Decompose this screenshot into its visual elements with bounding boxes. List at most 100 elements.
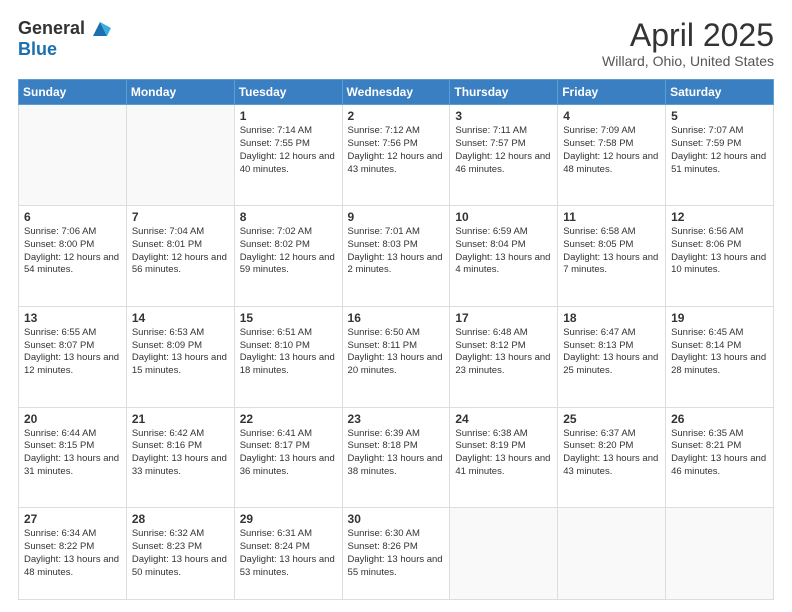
calendar-cell <box>558 508 666 600</box>
calendar-cell: 12 Sunrise: 6:56 AM Sunset: 8:06 PM Dayli… <box>666 205 774 306</box>
week-row-2: 6 Sunrise: 7:06 AM Sunset: 8:00 PM Daylig… <box>19 205 774 306</box>
day-info: Sunrise: 7:14 AM Sunset: 7:55 PM Dayligh… <box>240 125 337 176</box>
calendar-cell: 18 Sunrise: 6:47 AM Sunset: 8:13 PM Dayli… <box>558 306 666 407</box>
calendar-cell <box>19 105 127 206</box>
calendar-cell: 19 Sunrise: 6:45 AM Sunset: 8:14 PM Dayli… <box>666 306 774 407</box>
calendar-title: April 2025 <box>602 18 774 53</box>
calendar-cell: 11Sunrise: 6:58 AM Sunset: 8:05 PM Dayli… <box>558 205 666 306</box>
day-info: Sunrise: 6:47 AM Sunset: 8:13 PM Dayligh… <box>563 327 660 378</box>
day-number: 15 <box>240 311 337 325</box>
week-row-5: 27Sunrise: 6:34 AM Sunset: 8:22 PM Dayli… <box>19 508 774 600</box>
page: General Blue April 2025 Willard, Ohio, U… <box>0 0 792 612</box>
col-header-saturday: Saturday <box>666 80 774 105</box>
day-info: Sunrise: 6:30 AM Sunset: 8:26 PM Dayligh… <box>348 528 445 579</box>
calendar-cell: 6 Sunrise: 7:06 AM Sunset: 8:00 PM Daylig… <box>19 205 127 306</box>
day-info: Sunrise: 7:06 AM Sunset: 8:00 PM Dayligh… <box>24 226 121 277</box>
day-number: 19 <box>671 311 768 325</box>
calendar-cell <box>666 508 774 600</box>
day-number: 30 <box>348 512 445 526</box>
calendar-cell: 28Sunrise: 6:32 AM Sunset: 8:23 PM Dayli… <box>126 508 234 600</box>
calendar-cell: 30 Sunrise: 6:30 AM Sunset: 8:26 PM Dayli… <box>342 508 450 600</box>
day-number: 4 <box>563 109 660 123</box>
calendar-cell: 25 Sunrise: 6:37 AM Sunset: 8:20 PM Dayli… <box>558 407 666 508</box>
day-info: Sunrise: 6:31 AM Sunset: 8:24 PM Dayligh… <box>240 528 337 579</box>
day-number: 18 <box>563 311 660 325</box>
day-number: 21 <box>132 412 229 426</box>
day-info: Sunrise: 6:58 AM Sunset: 8:05 PM Dayligh… <box>563 226 660 277</box>
day-info: Sunrise: 6:38 AM Sunset: 8:19 PM Dayligh… <box>455 428 552 479</box>
logo: General Blue <box>18 18 111 60</box>
day-info: Sunrise: 7:12 AM Sunset: 7:56 PM Dayligh… <box>348 125 445 176</box>
calendar-table: SundayMondayTuesdayWednesdayThursdayFrid… <box>18 79 774 600</box>
day-number: 9 <box>348 210 445 224</box>
week-row-3: 13Sunrise: 6:55 AM Sunset: 8:07 PM Dayli… <box>19 306 774 407</box>
calendar-cell: 20 Sunrise: 6:44 AM Sunset: 8:15 PM Dayli… <box>19 407 127 508</box>
calendar-cell: 4 Sunrise: 7:09 AM Sunset: 7:58 PM Daylig… <box>558 105 666 206</box>
day-info: Sunrise: 6:32 AM Sunset: 8:23 PM Dayligh… <box>132 528 229 579</box>
day-number: 23 <box>348 412 445 426</box>
day-info: Sunrise: 7:02 AM Sunset: 8:02 PM Dayligh… <box>240 226 337 277</box>
header-row: SundayMondayTuesdayWednesdayThursdayFrid… <box>19 80 774 105</box>
calendar-cell: 26 Sunrise: 6:35 AM Sunset: 8:21 PM Dayli… <box>666 407 774 508</box>
calendar-subtitle: Willard, Ohio, United States <box>602 53 774 69</box>
day-info: Sunrise: 7:11 AM Sunset: 7:57 PM Dayligh… <box>455 125 552 176</box>
week-row-1: 1 Sunrise: 7:14 AM Sunset: 7:55 PM Daylig… <box>19 105 774 206</box>
col-header-thursday: Thursday <box>450 80 558 105</box>
logo-general-text: General <box>18 19 85 39</box>
day-number: 26 <box>671 412 768 426</box>
day-info: Sunrise: 6:44 AM Sunset: 8:15 PM Dayligh… <box>24 428 121 479</box>
calendar-cell: 10Sunrise: 6:59 AM Sunset: 8:04 PM Dayli… <box>450 205 558 306</box>
day-number: 6 <box>24 210 121 224</box>
day-number: 5 <box>671 109 768 123</box>
calendar-cell: 14 Sunrise: 6:53 AM Sunset: 8:09 PM Dayli… <box>126 306 234 407</box>
day-info: Sunrise: 6:42 AM Sunset: 8:16 PM Dayligh… <box>132 428 229 479</box>
calendar-cell: 1 Sunrise: 7:14 AM Sunset: 7:55 PM Daylig… <box>234 105 342 206</box>
calendar-cell: 27Sunrise: 6:34 AM Sunset: 8:22 PM Dayli… <box>19 508 127 600</box>
day-info: Sunrise: 6:45 AM Sunset: 8:14 PM Dayligh… <box>671 327 768 378</box>
week-row-4: 20 Sunrise: 6:44 AM Sunset: 8:15 PM Dayli… <box>19 407 774 508</box>
day-number: 16 <box>348 311 445 325</box>
day-info: Sunrise: 6:59 AM Sunset: 8:04 PM Dayligh… <box>455 226 552 277</box>
title-block: April 2025 Willard, Ohio, United States <box>602 18 774 69</box>
calendar-cell: 7 Sunrise: 7:04 AM Sunset: 8:01 PM Daylig… <box>126 205 234 306</box>
calendar-cell: 24 Sunrise: 6:38 AM Sunset: 8:19 PM Dayli… <box>450 407 558 508</box>
calendar-cell <box>126 105 234 206</box>
day-number: 12 <box>671 210 768 224</box>
calendar-cell: 17 Sunrise: 6:48 AM Sunset: 8:12 PM Dayli… <box>450 306 558 407</box>
day-info: Sunrise: 6:35 AM Sunset: 8:21 PM Dayligh… <box>671 428 768 479</box>
day-number: 20 <box>24 412 121 426</box>
day-info: Sunrise: 6:53 AM Sunset: 8:09 PM Dayligh… <box>132 327 229 378</box>
day-info: Sunrise: 6:48 AM Sunset: 8:12 PM Dayligh… <box>455 327 552 378</box>
calendar-cell: 21 Sunrise: 6:42 AM Sunset: 8:16 PM Dayli… <box>126 407 234 508</box>
day-info: Sunrise: 7:09 AM Sunset: 7:58 PM Dayligh… <box>563 125 660 176</box>
logo-icon <box>89 18 111 40</box>
day-number: 25 <box>563 412 660 426</box>
calendar-cell: 22 Sunrise: 6:41 AM Sunset: 8:17 PM Dayli… <box>234 407 342 508</box>
day-info: Sunrise: 6:56 AM Sunset: 8:06 PM Dayligh… <box>671 226 768 277</box>
day-info: Sunrise: 6:41 AM Sunset: 8:17 PM Dayligh… <box>240 428 337 479</box>
day-number: 7 <box>132 210 229 224</box>
col-header-friday: Friday <box>558 80 666 105</box>
day-info: Sunrise: 7:07 AM Sunset: 7:59 PM Dayligh… <box>671 125 768 176</box>
day-info: Sunrise: 6:37 AM Sunset: 8:20 PM Dayligh… <box>563 428 660 479</box>
calendar-cell: 23Sunrise: 6:39 AM Sunset: 8:18 PM Dayli… <box>342 407 450 508</box>
day-number: 14 <box>132 311 229 325</box>
col-header-wednesday: Wednesday <box>342 80 450 105</box>
day-number: 22 <box>240 412 337 426</box>
day-number: 29 <box>240 512 337 526</box>
day-number: 1 <box>240 109 337 123</box>
day-number: 24 <box>455 412 552 426</box>
day-number: 17 <box>455 311 552 325</box>
day-info: Sunrise: 6:51 AM Sunset: 8:10 PM Dayligh… <box>240 327 337 378</box>
calendar-cell: 13Sunrise: 6:55 AM Sunset: 8:07 PM Dayli… <box>19 306 127 407</box>
calendar-cell <box>450 508 558 600</box>
day-number: 8 <box>240 210 337 224</box>
day-info: Sunrise: 6:34 AM Sunset: 8:22 PM Dayligh… <box>24 528 121 579</box>
col-header-sunday: Sunday <box>19 80 127 105</box>
calendar-cell: 8 Sunrise: 7:02 AM Sunset: 8:02 PM Daylig… <box>234 205 342 306</box>
calendar-cell: 29 Sunrise: 6:31 AM Sunset: 8:24 PM Dayli… <box>234 508 342 600</box>
day-info: Sunrise: 7:01 AM Sunset: 8:03 PM Dayligh… <box>348 226 445 277</box>
day-info: Sunrise: 7:04 AM Sunset: 8:01 PM Dayligh… <box>132 226 229 277</box>
calendar-cell: 9 Sunrise: 7:01 AM Sunset: 8:03 PM Daylig… <box>342 205 450 306</box>
day-number: 3 <box>455 109 552 123</box>
